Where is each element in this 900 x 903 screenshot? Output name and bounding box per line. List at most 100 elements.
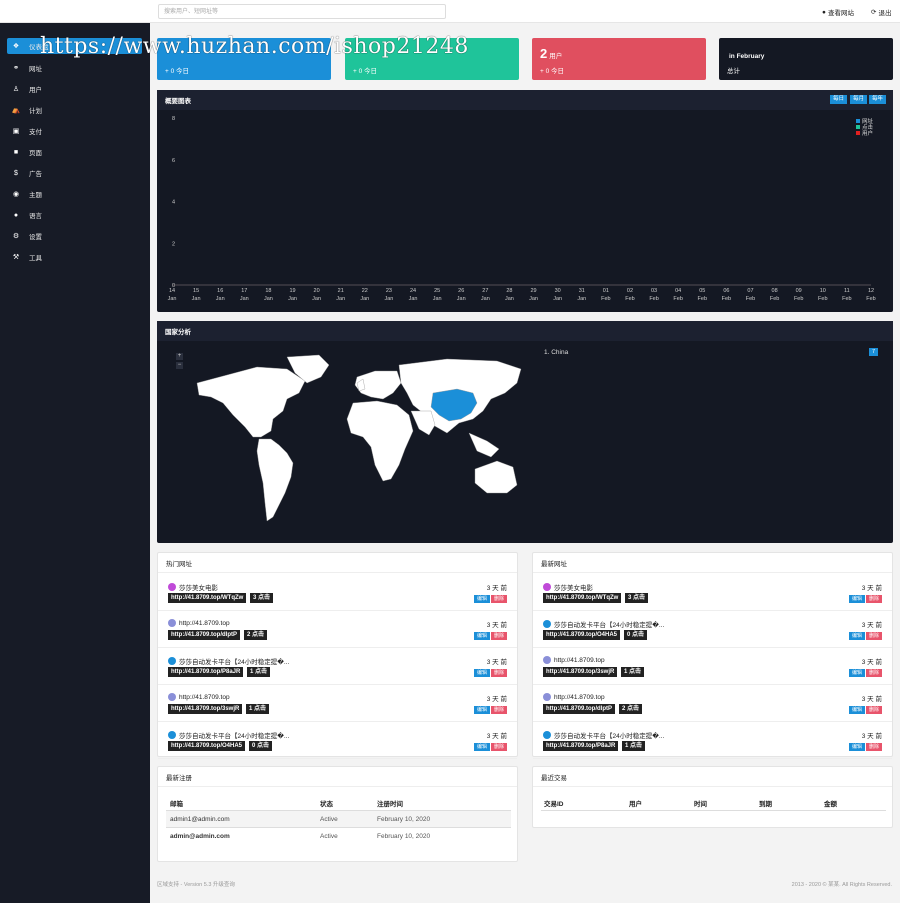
page-icon: ■ xyxy=(13,148,19,156)
popular-urls-panel: 热门网址 莎莎美女电影 3 天 前 http://41.8709.top/WTqZw… xyxy=(157,552,518,759)
world-map[interactable] xyxy=(187,353,527,533)
sidebar-item-ads[interactable]: $ 广告 xyxy=(7,165,142,181)
url-title[interactable]: 莎莎美女电影 xyxy=(168,582,218,592)
delete-button[interactable]: 删除 xyxy=(866,743,882,751)
delete-button[interactable]: 删除 xyxy=(866,706,882,714)
url-title[interactable]: http://41.8709.top xyxy=(168,619,230,627)
delete-button[interactable]: 删除 xyxy=(491,632,507,640)
sidebar-item-links[interactable]: ⚭ 网址 xyxy=(7,60,142,76)
stat-sub: + 0 今日 xyxy=(540,68,565,75)
list-item[interactable]: 莎莎自动发卡平台【24小时稳定提�... 3 天 前 http://41.8709.… xyxy=(533,611,892,648)
x-tick-label: Feb xyxy=(746,296,755,302)
url-title[interactable]: 莎莎自动发卡平台【24小时稳定提�... xyxy=(543,730,664,740)
sidebar-item-payments[interactable]: ▣ 支付 xyxy=(7,123,142,139)
edit-button[interactable]: 编辑 xyxy=(474,743,490,751)
stat-sub: + 0 今日 xyxy=(165,68,190,75)
daily-button[interactable]: 每日 xyxy=(830,95,848,104)
sidebar-item-themes[interactable]: ◉ 主题 xyxy=(7,186,142,202)
list-item[interactable]: 莎莎自动发卡平台【24小时稳定提�... 3 天 前 http://41.8709.… xyxy=(158,722,517,759)
sidebar-item-pages[interactable]: ■ 页面 xyxy=(7,144,142,160)
short-url-badge[interactable]: http://41.8709.top/P8aJR xyxy=(543,741,619,751)
x-tick-label: 22 xyxy=(362,288,368,294)
url-title[interactable]: 莎莎自动发卡平台【24小时稳定提�... xyxy=(543,619,664,629)
list-item[interactable]: 莎莎自动发卡平台【24小时稳定提�... 3 天 前 http://41.8709.… xyxy=(158,648,517,685)
url-title[interactable]: http://41.8709.top xyxy=(168,693,230,701)
delete-button[interactable]: 删除 xyxy=(866,632,882,640)
sidebar-item-languages[interactable]: ● 语言 xyxy=(7,207,142,223)
x-tick-label: Feb xyxy=(866,296,875,302)
delete-button[interactable]: 删除 xyxy=(491,743,507,751)
map-zoom-in-button[interactable]: + xyxy=(176,353,183,360)
list-item[interactable]: http://41.8709.top 3 天 前 http://41.8709.to… xyxy=(158,685,517,722)
short-url-badge[interactable]: http://41.8709.top/WTqZw xyxy=(543,593,622,603)
x-tick-label: 15 xyxy=(193,288,199,294)
view-site-link[interactable]: ● 查看网站 xyxy=(822,7,854,18)
edit-button[interactable]: 编辑 xyxy=(849,706,865,714)
url-title[interactable]: http://41.8709.top xyxy=(543,693,605,701)
table-row[interactable]: admin1@admin.com Active February 10, 202… xyxy=(166,810,511,827)
search-input[interactable] xyxy=(158,4,446,19)
x-tick-label: 21 xyxy=(338,288,344,294)
list-item[interactable]: 莎莎美女电影 3 天 前 http://41.8709.top/WTqZw 3 点击 编… xyxy=(158,574,517,611)
delete-button[interactable]: 删除 xyxy=(491,669,507,677)
x-tick-label: Feb xyxy=(673,296,682,302)
edit-button[interactable]: 编辑 xyxy=(474,632,490,640)
short-url-badge[interactable]: http://41.8709.top/dlptP xyxy=(543,704,616,714)
map-zoom-out-button[interactable]: − xyxy=(176,362,183,369)
country-title: 国家分析 xyxy=(165,329,191,336)
list-item[interactable]: http://41.8709.top 3 天 前 http://41.8709.to… xyxy=(533,648,892,685)
short-url-badge[interactable]: http://41.8709.top/O4HA5 xyxy=(168,741,246,751)
short-url-badge[interactable]: http://41.8709.top/WTqZw xyxy=(168,593,247,603)
edit-button[interactable]: 编辑 xyxy=(849,595,865,603)
sidebar-item-users[interactable]: ♙ 用户 xyxy=(7,81,142,97)
url-title[interactable]: 莎莎自动发卡平台【24小时稳定提�... xyxy=(168,730,289,740)
favicon-icon xyxy=(168,583,176,591)
list-item[interactable]: 莎莎美女电影 3 天 前 http://41.8709.top/WTqZw 3 点击 编… xyxy=(533,574,892,611)
sidebar-item-plans[interactable]: ⛺ 计划 xyxy=(7,102,142,118)
list-item[interactable]: http://41.8709.top 3 天 前 http://41.8709.to… xyxy=(533,685,892,722)
x-tick-label: 11 xyxy=(844,288,850,294)
short-url-badge[interactable]: http://41.8709.top/P8aJR xyxy=(168,667,244,677)
edit-button[interactable]: 编辑 xyxy=(474,595,490,603)
country-count-badge: 7 xyxy=(869,348,878,356)
delete-button[interactable]: 删除 xyxy=(491,595,507,603)
dollar-icon: $ xyxy=(14,169,18,177)
x-tick-label: Feb xyxy=(601,296,610,302)
stat-card-revenue: in February 总计 xyxy=(719,38,893,80)
url-title[interactable]: 莎莎自动发卡平台【24小时稳定提�... xyxy=(168,656,289,666)
url-title[interactable]: 莎莎美女电影 xyxy=(543,582,593,592)
edit-button[interactable]: 编辑 xyxy=(849,743,865,751)
sidebar-item-tools[interactable]: ⚒ 工具 xyxy=(7,249,142,265)
sidebar-item-settings[interactable]: ⚙ 设置 xyxy=(7,228,142,244)
favicon-icon xyxy=(543,583,551,591)
delete-button[interactable]: 删除 xyxy=(491,706,507,714)
edit-button[interactable]: 编辑 xyxy=(474,706,490,714)
stat-value: 2 xyxy=(540,46,548,61)
delete-button[interactable]: 删除 xyxy=(866,595,882,603)
logout-link[interactable]: ⟳ 退出 xyxy=(871,7,891,17)
url-title[interactable]: http://41.8709.top xyxy=(543,656,605,664)
table-row[interactable]: admin@admin.com Active February 10, 2020 xyxy=(166,827,511,844)
edit-button[interactable]: 编辑 xyxy=(849,632,865,640)
monthly-button[interactable]: 每月 xyxy=(850,95,868,104)
list-item[interactable]: 莎莎自动发卡平台【24小时稳定提�... 3 天 前 http://41.8709.… xyxy=(533,722,892,759)
short-url-badge[interactable]: http://41.8709.top/3swjR xyxy=(543,667,618,677)
footer-version: 区域支持 - Version 5.3 升级查询 xyxy=(157,882,235,888)
delete-button[interactable]: 删除 xyxy=(866,669,882,677)
edit-button[interactable]: 编辑 xyxy=(849,669,865,677)
transactions-title: 最近交易 xyxy=(541,774,567,782)
list-item[interactable]: http://41.8709.top 3 天 前 http://41.8709.to… xyxy=(158,611,517,648)
x-tick-label: 07 xyxy=(747,288,753,294)
short-url-badge[interactable]: http://41.8709.top/O4HA5 xyxy=(543,630,621,640)
yearly-button[interactable]: 每年 xyxy=(869,95,887,104)
short-url-badge[interactable]: http://41.8709.top/dlptP xyxy=(168,630,241,640)
edit-button[interactable]: 编辑 xyxy=(474,669,490,677)
sidebar-item-label: 网址 xyxy=(29,66,42,73)
click-count-badge: 3 点击 xyxy=(625,593,649,603)
y-tick-label: 2 xyxy=(172,241,175,247)
popular-header: 热门网址 xyxy=(158,553,517,573)
short-url-badge[interactable]: http://41.8709.top/3swjR xyxy=(168,704,243,714)
url-age: 3 天 前 xyxy=(861,622,882,629)
top-bar: ●查看网站 ⟳退出 xyxy=(0,0,900,23)
url-title-text: 莎莎自动发卡平台【24小时稳定提�... xyxy=(179,659,290,666)
